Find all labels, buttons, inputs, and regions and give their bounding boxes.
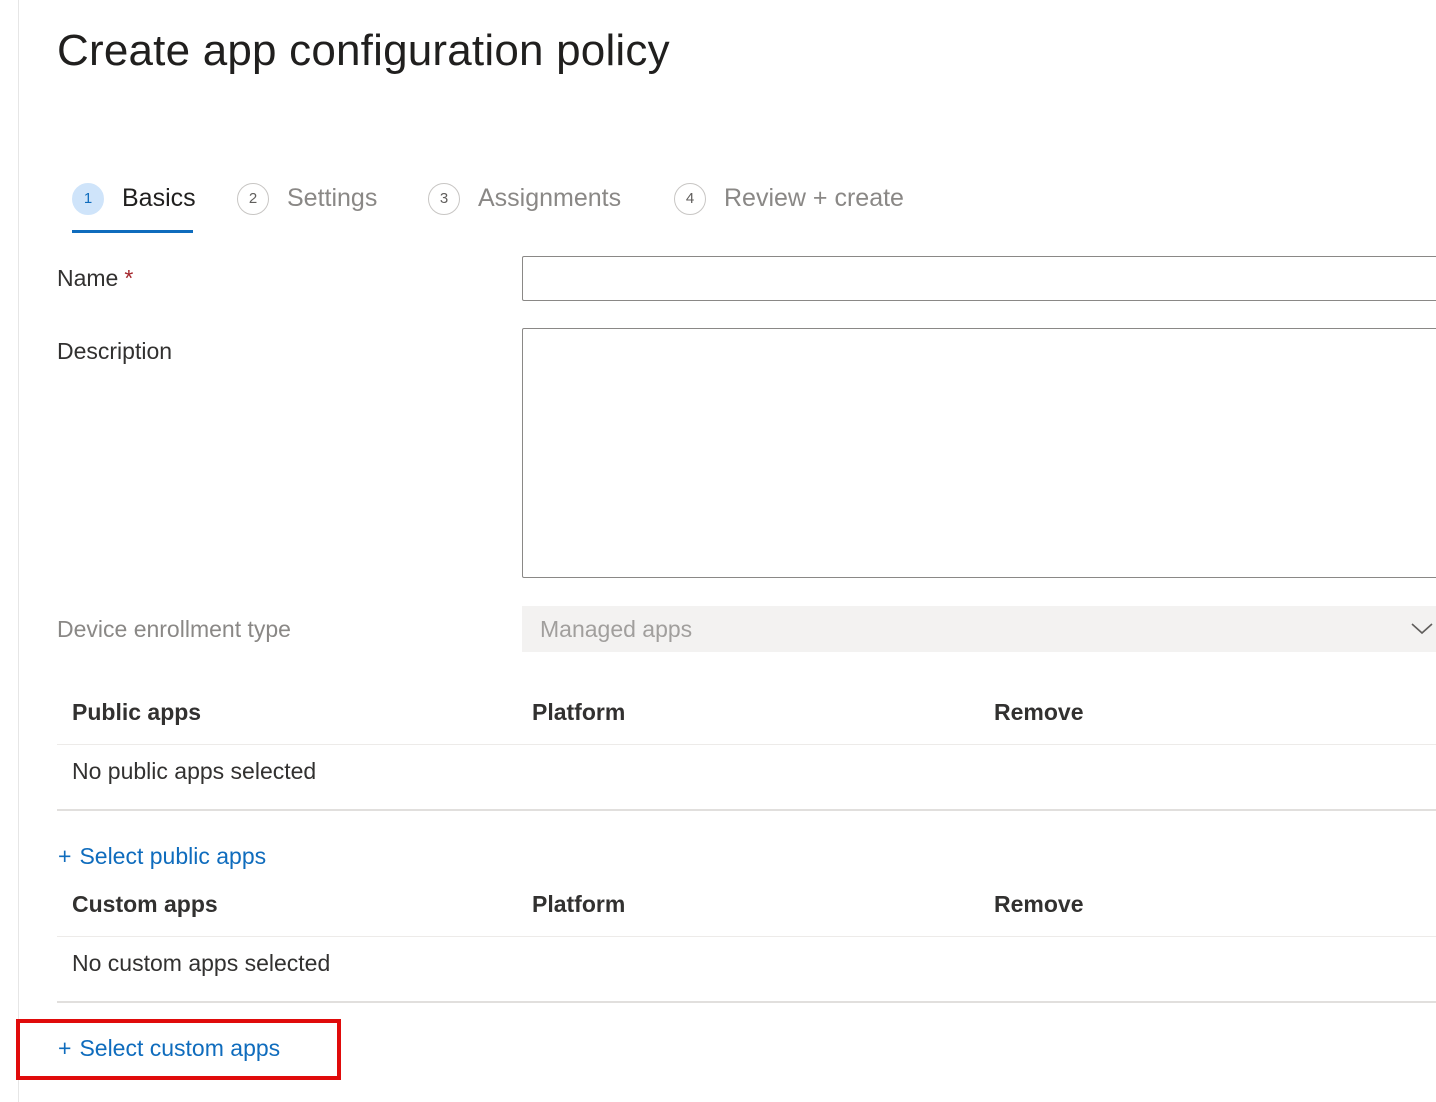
name-label-text: Name: [57, 265, 119, 291]
column-remove: Remove: [994, 891, 1084, 917]
column-custom-apps: Custom apps: [72, 891, 218, 917]
public-apps-empty-row: No public apps selected: [57, 745, 1436, 811]
required-asterisk: *: [124, 265, 134, 291]
chevron-down-icon: [1411, 623, 1433, 635]
description-label: Description: [57, 338, 173, 364]
custom-apps-empty-text: No custom apps selected: [72, 950, 331, 976]
step-number: 1: [72, 183, 104, 215]
step-number: 2: [237, 183, 269, 215]
step-label: Assignments: [478, 184, 622, 212]
name-label: Name *: [57, 265, 133, 292]
name-input[interactable]: [522, 256, 1436, 301]
enrollment-type-value: Managed apps: [540, 616, 693, 642]
step-label: Basics: [122, 184, 196, 212]
column-platform: Platform: [532, 891, 626, 917]
enrollment-type-dropdown[interactable]: Managed apps: [522, 606, 1436, 652]
column-public-apps: Public apps: [72, 699, 202, 725]
step-number: 3: [428, 183, 460, 215]
step-label: Review + create: [724, 184, 904, 212]
left-border: [18, 0, 19, 1102]
column-platform: Platform: [532, 699, 626, 725]
custom-apps-header: Custom apps Platform Remove: [57, 865, 1436, 937]
column-remove: Remove: [994, 699, 1084, 725]
step-label: Settings: [287, 184, 378, 212]
step-number: 4: [674, 183, 706, 215]
custom-apps-empty-row: No custom apps selected: [57, 937, 1436, 1003]
enrollment-type-label: Device enrollment type: [57, 616, 291, 642]
public-apps-empty-text: No public apps selected: [72, 758, 317, 784]
page-title: Create app configuration policy: [57, 26, 670, 75]
active-step-underline: [72, 230, 193, 233]
public-apps-header: Public apps Platform Remove: [57, 673, 1436, 745]
highlight-box: [16, 1019, 341, 1080]
description-textarea[interactable]: [522, 328, 1436, 578]
